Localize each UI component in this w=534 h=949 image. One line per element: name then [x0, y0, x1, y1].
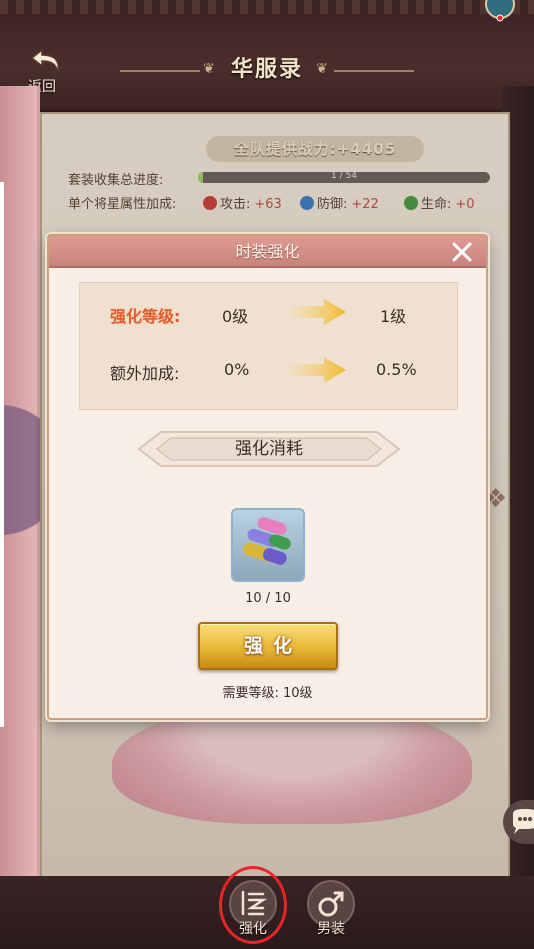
extra-bonus-label: 额外加成:	[110, 364, 180, 383]
dialog-header: 时装强化	[49, 236, 486, 268]
cost-item-count: 10 / 10	[245, 591, 291, 606]
title-line-left	[120, 70, 200, 72]
enhance-button-label: 强化	[243, 635, 302, 657]
enhance-level-label: 强化等级:	[110, 307, 181, 326]
dialog-title: 时装强化	[235, 242, 300, 261]
enhance-level-to: 1级	[380, 307, 407, 326]
extra-bonus-from: 0%	[224, 360, 250, 379]
cost-item-slot[interactable]	[231, 508, 305, 582]
top-lace-decoration	[0, 0, 534, 14]
close-icon	[452, 242, 472, 262]
close-button[interactable]	[450, 240, 474, 264]
page-title: 华服录	[230, 57, 303, 82]
arrow-right-icon	[290, 357, 346, 383]
back-arrow-icon	[30, 48, 60, 73]
left-panel-decoration	[0, 360, 40, 580]
enhance-level-from: 0级	[222, 307, 249, 326]
highlight-ring	[219, 866, 287, 944]
tab-male-costume[interactable]: 男装	[305, 878, 357, 938]
title-line-right	[334, 70, 414, 72]
left-panel-edge	[0, 182, 4, 727]
level-requirement: 需要等级: 10级	[222, 686, 313, 701]
enhance-info-box: 强化等级: 0级 1级 额外加成: 0% 0.5%	[79, 282, 458, 410]
chat-bubble-icon	[513, 809, 534, 834]
arrow-right-icon	[290, 299, 346, 325]
top-corner-icon[interactable]	[480, 0, 520, 24]
silk-rolls-icon	[243, 517, 291, 565]
cost-section-title: 强化消耗	[235, 439, 303, 459]
extra-bonus-to: 0.5%	[376, 360, 417, 379]
enhance-button[interactable]: 强化	[198, 622, 338, 670]
enhance-dialog: 时装强化 强化等级: 0级 1级 额外加成: 0% 0.5% 强化消耗 10 /…	[47, 234, 488, 720]
tab-male-label: 男装	[317, 921, 345, 937]
cost-section-banner: 强化消耗	[137, 426, 401, 472]
